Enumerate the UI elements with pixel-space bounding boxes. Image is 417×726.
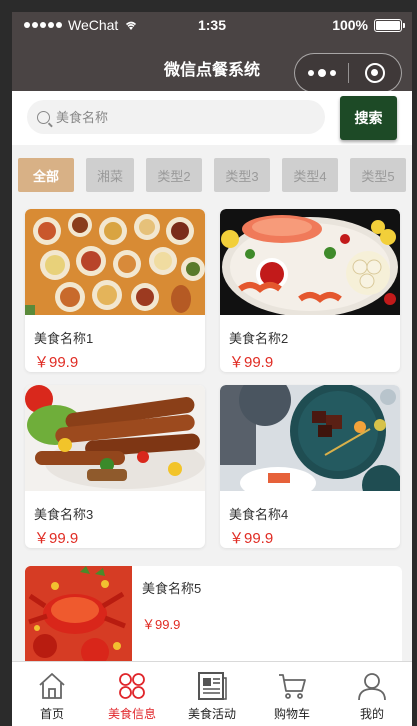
- food-card[interactable]: 美食名称3 ￥99.9: [25, 385, 205, 548]
- category-tabs: 全部 湘菜 类型2 类型3 类型4 类型5: [12, 158, 412, 194]
- food-price: ￥99.9: [229, 530, 274, 547]
- search-button[interactable]: 搜索: [340, 96, 397, 140]
- bottom-tab-bar: 首页 美食信息 美食活动 购物车 我的: [12, 661, 412, 726]
- tabbar-food-info[interactable]: 美食信息: [92, 662, 172, 726]
- more-icon[interactable]: [295, 69, 348, 77]
- food-card[interactable]: 美食名称4 ￥99.9: [220, 385, 400, 548]
- food-price: ￥99.9: [229, 354, 274, 371]
- battery-status: 100%: [332, 17, 405, 33]
- tabbar-home[interactable]: 首页: [12, 662, 92, 726]
- tabbar-label: 购物车: [273, 707, 310, 721]
- food-price: ￥99.9: [34, 354, 79, 371]
- tabbar-food-events[interactable]: 美食活动: [172, 662, 252, 726]
- user-icon: [358, 673, 386, 701]
- food-name: 美食名称5: [142, 581, 202, 596]
- tab-type3[interactable]: 类型3: [214, 158, 270, 192]
- food-name: 美食名称2: [229, 331, 289, 346]
- search-field[interactable]: [27, 100, 325, 134]
- food-platter-image: [25, 209, 205, 315]
- tabbar-label: 首页: [39, 707, 64, 721]
- food-info-icon: [119, 673, 145, 699]
- miniprogram-capsule: [294, 53, 402, 93]
- food-name: 美食名称1: [34, 331, 94, 346]
- steak-plate-image: [220, 385, 400, 491]
- spicy-crab-image: [25, 566, 132, 673]
- tabbar-label: 我的: [359, 707, 384, 721]
- battery-percent: 100%: [332, 17, 368, 33]
- newspaper-icon: [198, 672, 227, 700]
- tabbar-cart[interactable]: 购物车: [252, 662, 332, 726]
- close-miniprogram-button[interactable]: [349, 63, 401, 83]
- tab-type2[interactable]: 类型2: [146, 158, 202, 192]
- food-price: ￥99.9: [34, 530, 79, 547]
- search-input[interactable]: [56, 109, 286, 125]
- tabbar-label: 美食活动: [187, 707, 236, 721]
- food-name: 美食名称4: [229, 507, 289, 522]
- tab-type4[interactable]: 类型4: [282, 158, 338, 192]
- search-icon: [37, 110, 50, 124]
- phone-screen: WeChat 1:35 100% 微信点餐系统 搜索 全部 湘菜: [12, 12, 412, 726]
- seafood-platter-image: [220, 209, 400, 315]
- tab-type5[interactable]: 类型5: [350, 158, 406, 192]
- tab-hunan[interactable]: 湘菜: [86, 158, 134, 192]
- home-icon: [39, 673, 65, 699]
- battery-icon: [374, 18, 405, 32]
- food-card[interactable]: 美食名称5 ￥99.9: [25, 566, 402, 673]
- food-price: ￥99.9: [142, 617, 181, 632]
- target-icon: [365, 63, 385, 83]
- tabbar-me[interactable]: 我的: [332, 662, 412, 726]
- status-bar: WeChat 1:35 100%: [12, 12, 412, 40]
- food-card[interactable]: 美食名称1 ￥99.9: [25, 209, 205, 372]
- search-bar: 搜索: [12, 91, 412, 145]
- cart-icon: [279, 674, 306, 699]
- grilled-sausage-image: [25, 385, 205, 491]
- food-name: 美食名称3: [34, 507, 94, 522]
- tabbar-label: 美食信息: [107, 707, 156, 721]
- food-card[interactable]: 美食名称2 ￥99.9: [220, 209, 400, 372]
- nav-bar: 微信点餐系统: [12, 40, 412, 93]
- tab-all[interactable]: 全部: [18, 158, 74, 192]
